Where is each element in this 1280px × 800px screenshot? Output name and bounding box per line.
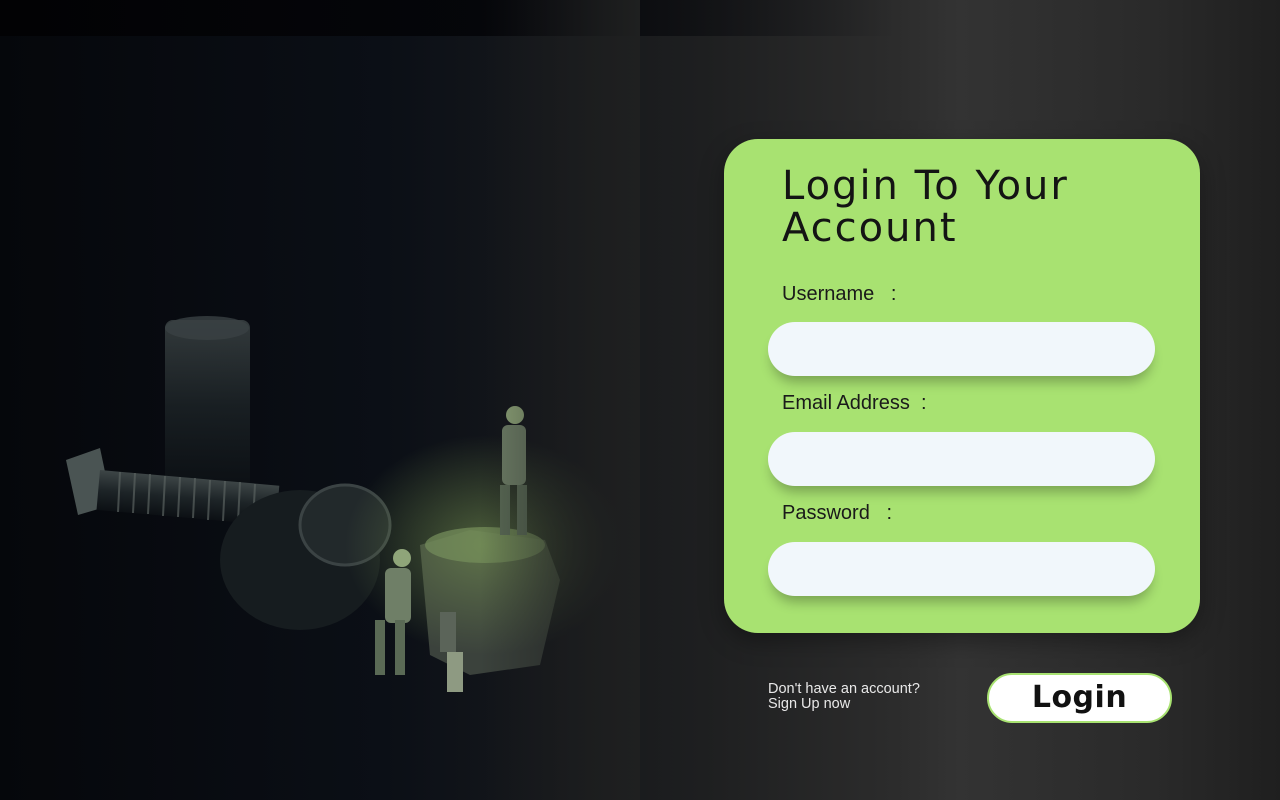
signup-question: Don't have an account? [768, 681, 920, 697]
login-card: Login To Your Account Username : Email A… [724, 139, 1200, 633]
email-input[interactable] [768, 432, 1155, 486]
background-photo [0, 0, 640, 800]
password-label: Password : [782, 502, 893, 524]
email-label: Email Address : [782, 392, 927, 414]
login-button[interactable]: Login [987, 673, 1172, 723]
signup-link[interactable]: Sign Up now [768, 697, 958, 712]
password-input[interactable] [768, 542, 1155, 596]
username-input[interactable] [768, 322, 1155, 376]
login-title: Login To Your Account [782, 163, 1069, 251]
signup-prompt[interactable]: Don't have an account? Sign Up now [768, 682, 958, 712]
username-label: Username : [782, 283, 897, 305]
login-page: Login To Your Account Username : Email A… [0, 0, 1280, 800]
